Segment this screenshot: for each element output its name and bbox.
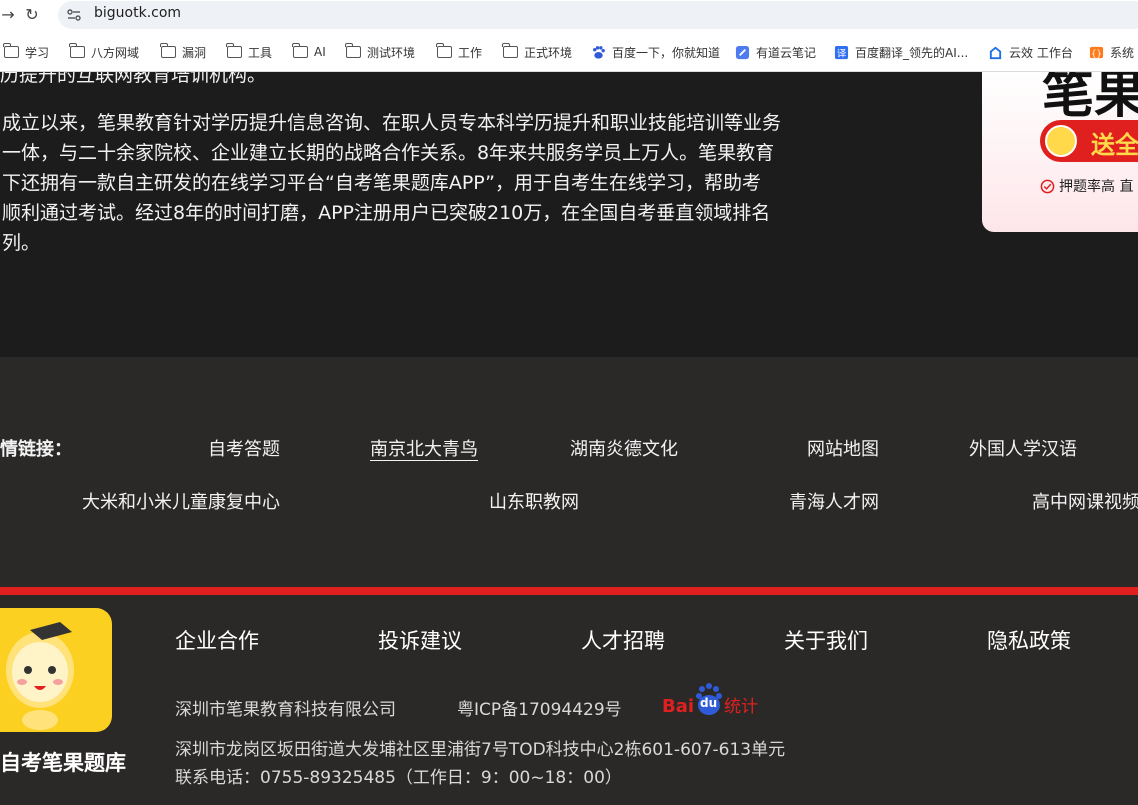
promo-card[interactable]: 笔果 送全 押题率高 直 <box>982 72 1138 232</box>
bookmark-label: 学习 <box>25 45 50 60</box>
bookmarks-bar: 学习 八方网域 漏洞 工具 AI 测试环境 工作 正式环境 百度一下，你就知道 … <box>0 30 1138 72</box>
friend-links-label: 情链接： <box>0 439 72 460</box>
bookmark-baidu[interactable]: 百度一下，你就知道 <box>591 43 720 61</box>
footer-link-careers[interactable]: 人才招聘 <box>581 625 665 655</box>
intro-line: 顺利通过考试。经过8年的时间打磨，APP注册用户已突破210万，在全国自考垂直领… <box>2 202 771 224</box>
app-logo <box>0 608 112 732</box>
bookmark-label: 有道云笔记 <box>756 45 817 60</box>
friend-link[interactable]: 青海人才网 <box>789 488 879 514</box>
bookmark-label: 云效 工作台 <box>1009 45 1073 60</box>
friend-link[interactable]: 大米和小米儿童康复中心 <box>82 488 280 514</box>
bookmark-label: 八方网域 <box>91 45 140 60</box>
friend-link[interactable]: 网站地图 <box>807 435 879 461</box>
promo-title: 笔果 <box>1042 72 1138 125</box>
baidu-stats-logo[interactable]: Bai du 统计 <box>662 681 758 717</box>
youdao-note-icon <box>735 45 750 59</box>
promo-badge-text: 送全 <box>1091 131 1138 159</box>
app-name: 自考笔果题库 <box>0 751 126 775</box>
promo-badge: 送全 <box>1040 120 1138 162</box>
site-settings-icon[interactable] <box>66 7 82 23</box>
promo-note: 押题率高 直 <box>1040 176 1133 196</box>
footer-link-about[interactable]: 关于我们 <box>784 625 868 655</box>
promo-note-text: 押题率高 直 <box>1059 179 1134 195</box>
intro-line: 成立以来，笔果教育针对学历提升信息咨询、在职人员专本科学历提升和职业技能培训等业… <box>2 112 782 134</box>
friend-link[interactable]: 自考答题 <box>208 435 280 461</box>
bookmark-label: 漏洞 <box>182 45 207 60</box>
bookmark-folder-work[interactable]: 工作 <box>436 43 483 61</box>
company-name: 深圳市笔果教育科技有限公司 <box>175 700 396 720</box>
check-circle-icon <box>1040 179 1055 193</box>
intro-line: 一体，与二十余家院校、企业建立长期的战略合作关系。8年来共服务学员上万人。笔果教… <box>2 142 775 164</box>
friend-links-section: 情链接： 自考答题 南京北大青鸟 湖南炎德文化 网站地图 外国人学汉语 大米和小… <box>0 357 1138 587</box>
company-address: 深圳市龙岗区坂田街道大发埔社区里浦街7号TOD科技中心2栋601-607-613… <box>175 740 786 760</box>
system-icon: {} <box>1089 46 1104 58</box>
bookmark-folder-vuln[interactable]: 漏洞 <box>160 43 207 61</box>
folder-icon <box>502 43 518 58</box>
contact-phone: 联系电话：0755-89325485（工作日：9：00~18：00） <box>175 768 622 788</box>
bookmark-label: AI <box>314 45 326 59</box>
footer-link-cooperation[interactable]: 企业合作 <box>175 625 259 655</box>
folder-icon <box>3 43 19 58</box>
bookmark-label: 工作 <box>458 45 483 60</box>
bookmark-label: 正式环境 <box>524 45 573 60</box>
baidu-stats-du: du <box>700 696 718 710</box>
bookmark-label: 系统 <box>1110 45 1135 60</box>
folder-icon <box>69 43 85 58</box>
reload-icon[interactable]: ↻ <box>20 3 44 27</box>
footer: 自考笔果题库 企业合作 投诉建议 人才招聘 关于我们 隐私政策 深圳市笔果教育科… <box>0 595 1138 805</box>
friend-link[interactable]: 外国人学汉语 <box>969 435 1077 461</box>
bookmark-folder-prod-env[interactable]: 正式环境 <box>502 43 573 61</box>
bookmark-folder-test-env[interactable]: 测试环境 <box>345 43 416 61</box>
bookmark-folder-tools[interactable]: 工具 <box>226 43 273 61</box>
browser-toolbar: → ↻ biguotk.com <box>0 0 1138 30</box>
friend-link[interactable]: 湖南炎德文化 <box>570 435 678 461</box>
baidu-stats-bai: Bai <box>662 696 695 717</box>
baidu-stats-text: 统计 <box>724 697 759 717</box>
bookmark-baidu-translate[interactable]: 译 百度翻译_领先的AI... <box>834 43 968 61</box>
footer-link-privacy[interactable]: 隐私政策 <box>987 625 1071 655</box>
bookmark-youdao[interactable]: 有道云笔记 <box>735 43 816 61</box>
baidu-paw-icon: du <box>694 683 724 717</box>
folder-icon <box>345 43 361 58</box>
intro-line: 列。 <box>2 232 41 254</box>
friend-link[interactable]: 南京北大青鸟 <box>370 435 478 461</box>
bookmark-folder-study[interactable]: 学习 <box>3 43 50 61</box>
intro-line: 历提升的互联网教育培训机构。 <box>0 72 267 86</box>
bookmark-yunxiao[interactable]: 云效 工作台 <box>988 43 1073 61</box>
bookmark-label: 测试环境 <box>367 45 416 60</box>
bookmark-label: 工具 <box>248 45 273 60</box>
company-intro-section: 历提升的互联网教育培训机构。 成立以来，笔果教育针对学历提升信息咨询、在职人员专… <box>0 72 1138 357</box>
bookmark-folder-ai[interactable]: AI <box>292 43 326 61</box>
address-bar[interactable]: biguotk.com <box>58 1 1138 29</box>
baidu-paw-icon <box>593 45 605 59</box>
icp-number[interactable]: 粤ICP备17094429号 <box>457 695 622 720</box>
baidu-translate-icon: 译 <box>834 45 849 59</box>
intro-line: 下还拥有一款自主研发的在线学习平台“自考笔果题库APP”，用于自考生在线学习，帮… <box>2 172 761 194</box>
yunxiao-icon <box>989 46 1002 59</box>
bookmark-system[interactable]: {} 系统 <box>1089 43 1134 61</box>
bookmark-label: 百度一下，你就知道 <box>612 45 721 60</box>
friend-link[interactable]: 山东职教网 <box>489 488 579 514</box>
bookmark-folder-bafang[interactable]: 八方网域 <box>69 43 140 61</box>
folder-icon <box>436 43 452 58</box>
mascot-icon <box>6 622 74 730</box>
footer-link-complaint[interactable]: 投诉建议 <box>378 625 462 655</box>
folder-icon <box>226 43 242 58</box>
folder-icon <box>292 43 308 58</box>
footer-divider <box>0 587 1138 595</box>
folder-icon <box>160 43 176 58</box>
svg-text:{}: {} <box>1091 48 1102 58</box>
mascot-icon <box>1045 125 1077 157</box>
svg-text:译: 译 <box>837 48 847 59</box>
friend-link[interactable]: 高中网课视频 <box>1032 488 1138 514</box>
forward-icon[interactable]: → <box>0 3 20 27</box>
bookmark-label: 百度翻译_领先的AI... <box>855 45 969 60</box>
url-text[interactable]: biguotk.com <box>94 5 181 21</box>
